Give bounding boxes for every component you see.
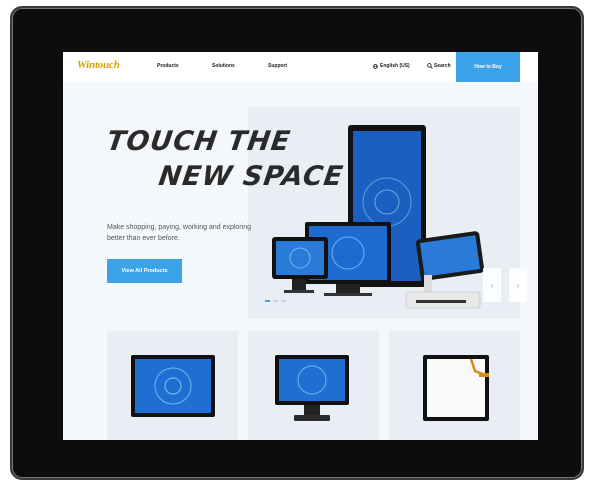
brand-logo[interactable]: Wintouch bbox=[77, 59, 120, 71]
product-card-desktop-monitor[interactable] bbox=[248, 331, 379, 440]
nav-item-solutions[interactable]: Solutions bbox=[212, 63, 235, 69]
chevron-right-icon[interactable]: › bbox=[509, 268, 527, 302]
search-icon bbox=[427, 63, 433, 69]
carousel-dot[interactable] bbox=[273, 300, 278, 302]
site-header: Wintouch Products Solutions Support Engl… bbox=[63, 52, 538, 82]
product-card-touch-panel[interactable] bbox=[389, 331, 520, 440]
product-card-panel-pc[interactable] bbox=[107, 331, 238, 440]
view-all-products-button[interactable]: View All Products bbox=[107, 259, 182, 283]
globe-icon bbox=[373, 63, 378, 69]
hero-title-line2: NEW SPACE bbox=[156, 161, 346, 192]
nav-item-support[interactable]: Support bbox=[268, 63, 287, 69]
carousel-dot[interactable] bbox=[265, 300, 270, 302]
chevron-left-icon[interactable]: ‹ bbox=[483, 268, 501, 302]
language-label: English (US) bbox=[380, 63, 410, 69]
carousel-dots bbox=[265, 300, 286, 302]
nav-item-products[interactable]: Products bbox=[157, 63, 179, 69]
website-screen: Wintouch Products Solutions Support Engl… bbox=[63, 52, 538, 440]
hero-title: TOUCH THE NEW SPACE bbox=[104, 126, 346, 192]
search-label: Search bbox=[434, 63, 451, 69]
hero-title-line1: TOUCH THE bbox=[104, 126, 293, 157]
search-button[interactable]: Search bbox=[427, 63, 451, 69]
carousel-dot[interactable] bbox=[281, 300, 286, 302]
hero-subtitle: Make shopping, paying, working and explo… bbox=[107, 224, 251, 242]
language-selector[interactable]: English (US) bbox=[373, 63, 410, 69]
how-to-buy-button[interactable]: How to Buy bbox=[456, 52, 520, 82]
